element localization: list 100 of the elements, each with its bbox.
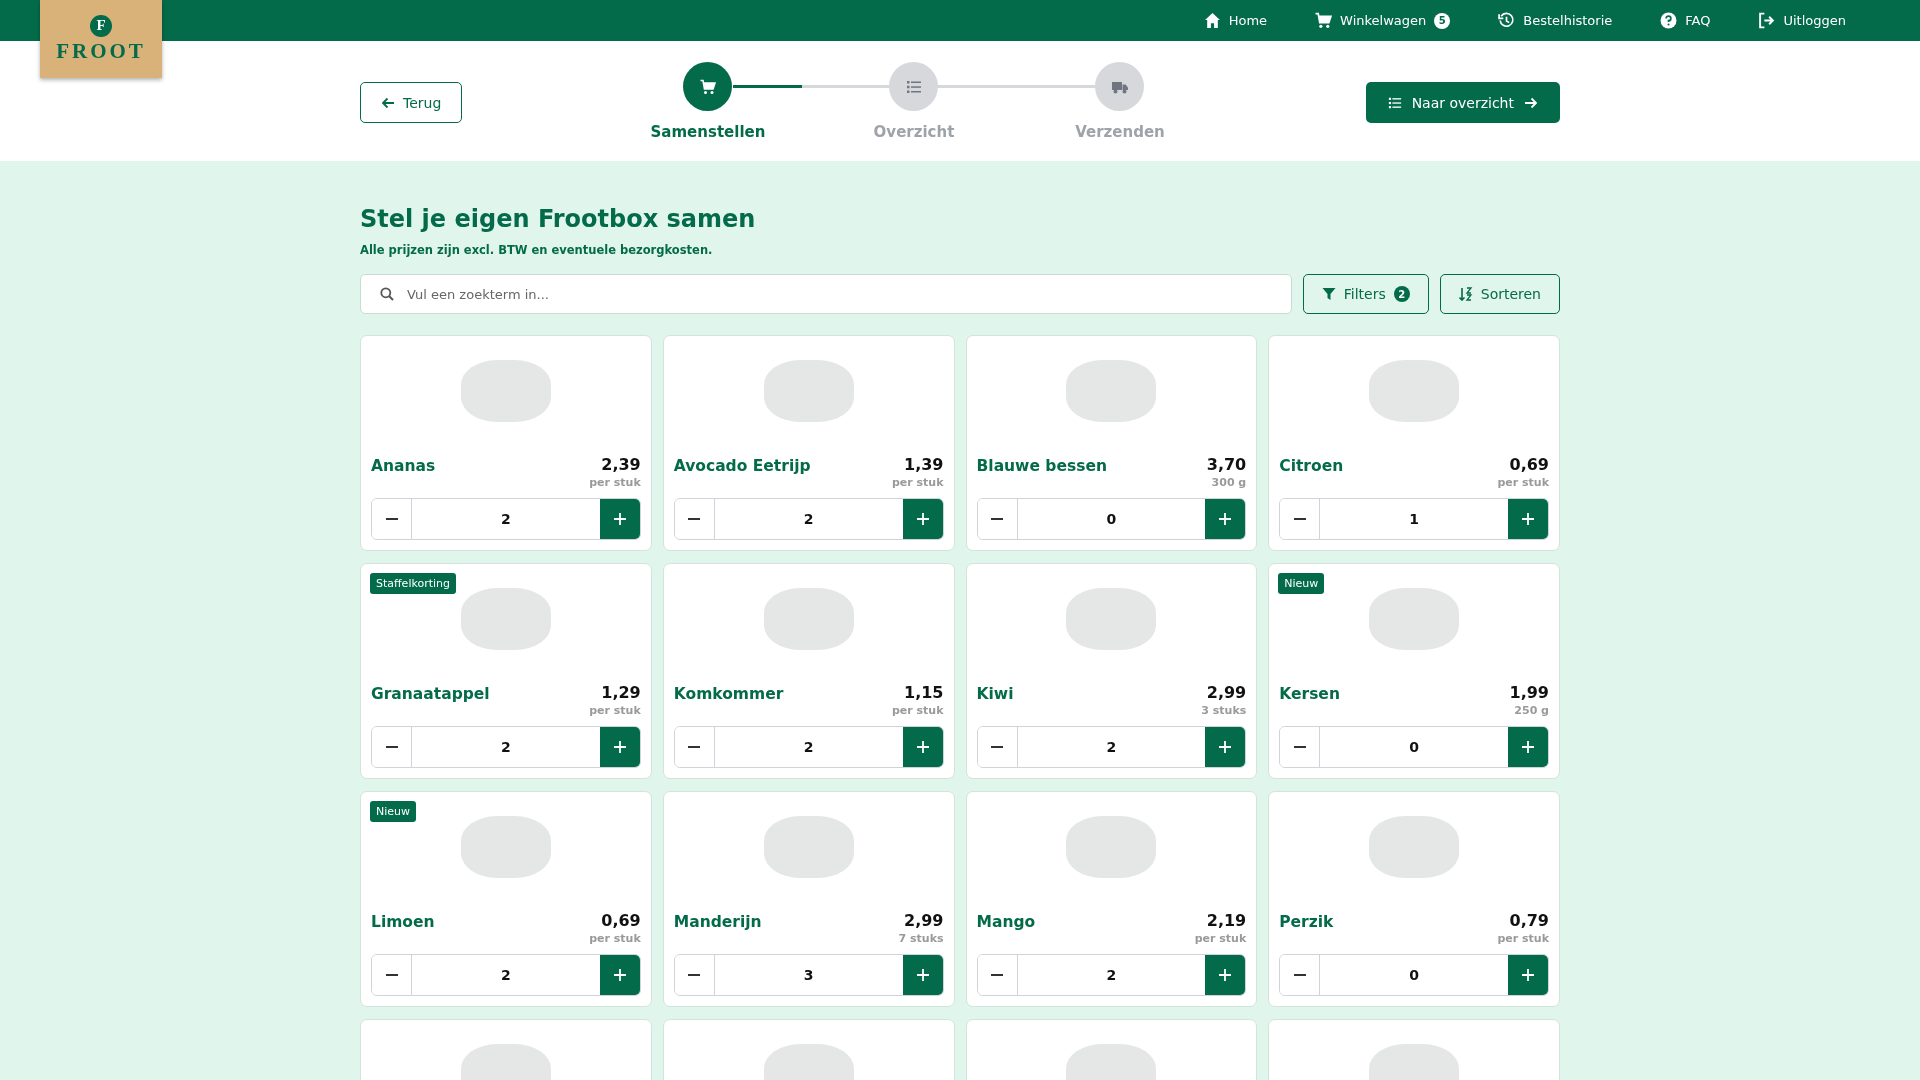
step-label: Samenstellen [650, 123, 766, 141]
plus-icon [612, 512, 627, 526]
step-circle[interactable] [683, 62, 733, 111]
quantity-value[interactable]: 0 [1320, 727, 1508, 767]
price-unit: per stuk [1497, 476, 1549, 489]
product-price: 0,69 [601, 911, 641, 930]
price-unit: 7 stuks [898, 932, 944, 945]
product-name: Blauwe bessen [976, 457, 1107, 475]
filter-icon [1321, 287, 1336, 301]
help-icon [1660, 12, 1678, 29]
count-badge: 5 [1434, 12, 1451, 29]
product-price: 3,70 [1206, 455, 1247, 474]
quantity-value[interactable]: 1 [1320, 499, 1508, 539]
product-name: Kiwi [976, 685, 1014, 703]
product-price: 1,29 [601, 683, 641, 702]
product-name: Granaatappel [371, 685, 490, 703]
cart-icon [1315, 12, 1333, 29]
product-price: 1,15 [904, 683, 944, 702]
product-name: Avocado Eetrijp [673, 457, 811, 475]
price-unit: 300 g [1211, 476, 1247, 489]
product-price: 2,99 [1206, 683, 1247, 702]
cart-icon [699, 78, 716, 95]
product-name: Limoen [371, 913, 435, 931]
product-name: Komkommer [673, 685, 784, 703]
filters-button[interactable]: Filters 2 [1302, 274, 1429, 314]
increase-button[interactable] [1508, 955, 1548, 995]
quantity-value[interactable]: 3 [714, 955, 903, 995]
product-name: Mango [976, 913, 1036, 931]
product-price: 1,39 [904, 455, 944, 474]
plus-icon [1218, 740, 1233, 754]
count-badge: 2 [1393, 286, 1410, 302]
home-icon [1203, 12, 1221, 29]
nav-link[interactable]: Uitloggen [1734, 0, 1870, 41]
increase-button[interactable] [1205, 955, 1246, 995]
plus-icon [1521, 740, 1535, 754]
step-label: Overzicht [873, 123, 955, 141]
plus-icon [1521, 512, 1535, 526]
sort-button[interactable]: Sorteren [1439, 274, 1560, 314]
plus-icon [915, 512, 930, 526]
product-price: 0,69 [1509, 455, 1549, 474]
increase-button[interactable] [599, 955, 640, 995]
price-unit: per stuk [589, 932, 641, 945]
list-icon [1387, 95, 1402, 110]
quantity-value[interactable]: 2 [1017, 727, 1206, 767]
plus-icon [1218, 968, 1233, 982]
quantity-value[interactable]: 2 [412, 499, 600, 539]
product-tag: Nieuw [1278, 573, 1325, 594]
price-unit: per stuk [891, 476, 944, 489]
nav-link[interactable]: Bestelhistorie [1474, 0, 1637, 41]
logo[interactable]: F FROOT [40, 0, 162, 78]
nav-link[interactable]: Home [1179, 0, 1292, 41]
search-field[interactable]: Vul een zoekterm in... [360, 274, 1292, 314]
quantity-value[interactable]: 2 [714, 727, 903, 767]
price-unit: per stuk [589, 704, 641, 717]
product-price: 2,19 [1206, 911, 1247, 930]
product-name: Citroen [1279, 457, 1344, 475]
quantity-value[interactable]: 2 [1017, 955, 1206, 995]
product-tag: Nieuw [370, 801, 417, 822]
search-icon [380, 287, 394, 301]
increase-button[interactable] [902, 727, 943, 767]
increase-button[interactable] [902, 499, 943, 539]
quantity-value[interactable]: 2 [714, 499, 903, 539]
quantity-value[interactable]: 2 [412, 955, 600, 995]
plus-icon [915, 968, 930, 982]
plus-icon [1521, 968, 1535, 982]
price-unit: 250 g [1514, 704, 1549, 717]
product-price: 2,39 [601, 455, 641, 474]
plus-icon [915, 740, 930, 754]
arrow-right-icon [1524, 95, 1538, 110]
quantity-value[interactable]: 0 [1320, 955, 1508, 995]
logo-name: FROOT [56, 38, 146, 64]
plus-icon [612, 740, 627, 754]
increase-button[interactable] [1508, 499, 1548, 539]
increase-button[interactable] [1205, 499, 1246, 539]
arrow-left-icon [381, 95, 395, 110]
product-price: 0,79 [1509, 911, 1549, 930]
increase-button[interactable] [599, 727, 640, 767]
plus-icon [1218, 512, 1233, 526]
product-name: Ananas [371, 457, 436, 475]
page-title: Stel je eigen Frootbox samen [360, 205, 757, 233]
nav-link[interactable]: FAQ [1636, 0, 1735, 41]
logo-letter: F [90, 14, 112, 37]
overview-button[interactable]: Naar overzicht [1365, 82, 1560, 123]
increase-button[interactable] [1508, 727, 1548, 767]
price-unit: per stuk [589, 476, 641, 489]
price-note: Alle prijzen zijn excl. BTW en eventuele bezorgkosten. [360, 243, 714, 257]
price-unit: per stuk [891, 704, 944, 717]
quantity-value[interactable]: 0 [1017, 499, 1206, 539]
increase-button[interactable] [599, 499, 640, 539]
step-label: Verzenden [1075, 123, 1165, 141]
product-price: 2,99 [904, 911, 944, 930]
back-button[interactable]: Terug [360, 82, 463, 123]
nav-link[interactable]: Winkelwagen 5 [1291, 0, 1475, 41]
plus-icon [612, 968, 627, 982]
list-icon [905, 78, 922, 95]
product-name: Manderijn [673, 913, 762, 931]
increase-button[interactable] [902, 955, 943, 995]
price-unit: per stuk [1497, 932, 1549, 945]
increase-button[interactable] [1205, 727, 1246, 767]
quantity-value[interactable]: 2 [412, 727, 600, 767]
